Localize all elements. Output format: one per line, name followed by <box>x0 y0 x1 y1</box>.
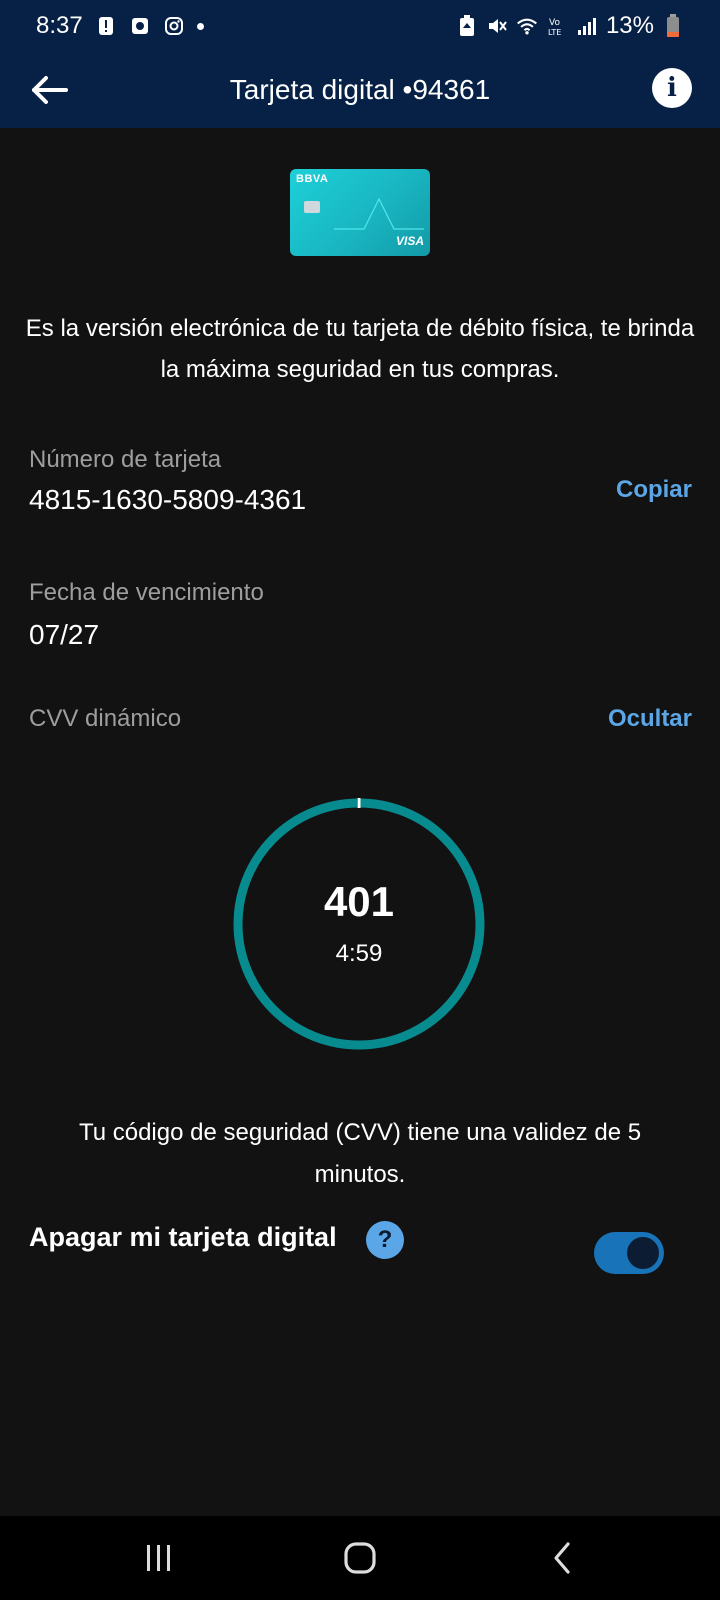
info-icon: i <box>667 73 677 103</box>
battery-saver-icon <box>456 15 478 37</box>
chevron-left-icon <box>554 1542 570 1574</box>
cvv-ring-tick <box>357 798 361 808</box>
status-bar: 8:37 Vo LTE 13% <box>0 0 720 52</box>
app-bar: Tarjeta digital •94361 i <box>0 52 720 128</box>
signal-icon <box>576 15 598 37</box>
screen: 8:37 Vo LTE 13% Tarjeta digital •94361 i… <box>0 0 720 1600</box>
cvv-timer: 4:59 <box>335 940 383 967</box>
alert-icon <box>95 15 117 37</box>
arrow-left-icon <box>32 76 68 104</box>
page-title: Tarjeta digital •94361 <box>229 74 491 105</box>
card-brand: BBVA <box>296 173 329 185</box>
notification-dot-icon <box>196 22 204 30</box>
expiry-value: 07/27 <box>29 619 100 650</box>
battery-icon <box>662 14 684 37</box>
wifi-icon <box>516 15 538 37</box>
svg-text:LTE: LTE <box>548 28 561 37</box>
battery-percent: 13% <box>605 12 654 39</box>
mute-icon <box>486 15 508 37</box>
turn-off-card-toggle[interactable] <box>594 1232 664 1274</box>
cvv-label: CVV dinámico <box>29 705 182 732</box>
turn-off-card-label: Apagar mi tarjeta digital <box>29 1222 337 1252</box>
card-chip-icon <box>304 201 320 213</box>
recent-apps-icon <box>147 1545 170 1571</box>
hide-cvv-button[interactable]: Ocultar <box>608 705 692 733</box>
card-image: BBVA VISA <box>290 169 430 256</box>
home-button[interactable] <box>336 1534 384 1582</box>
svg-text:Vo: Vo <box>549 18 560 28</box>
status-time: 8:37 <box>36 12 83 39</box>
status-left: 8:37 <box>36 12 204 40</box>
card-network: VISA <box>395 234 424 248</box>
cvv-validity-note: Tu código de seguridad (CVV) tiene una v… <box>78 1119 642 1188</box>
recent-apps-button[interactable] <box>135 1534 183 1582</box>
card-description: Es la versión electrónica de tu tarjeta … <box>25 315 695 383</box>
cvv-code: 401 <box>323 878 395 925</box>
help-icon[interactable]: ? <box>366 1221 404 1259</box>
system-nav-bar <box>0 1516 720 1600</box>
back-button[interactable] <box>26 66 74 114</box>
info-button[interactable]: i <box>652 68 692 108</box>
system-back-button[interactable] <box>538 1534 586 1582</box>
card-number-value: 4815-1630-5809-4361 <box>29 484 307 515</box>
toggle-knob <box>625 1235 661 1271</box>
instagram-icon <box>163 15 185 37</box>
expiry-label: Fecha de vencimiento <box>29 579 264 606</box>
status-right: Vo LTE 13% <box>456 12 684 40</box>
home-icon <box>344 1542 376 1574</box>
card-number-label: Número de tarjeta <box>29 446 222 473</box>
camera-app-icon <box>129 15 151 37</box>
volte-icon: Vo LTE <box>546 15 568 37</box>
copy-button[interactable]: Copiar <box>616 476 692 504</box>
